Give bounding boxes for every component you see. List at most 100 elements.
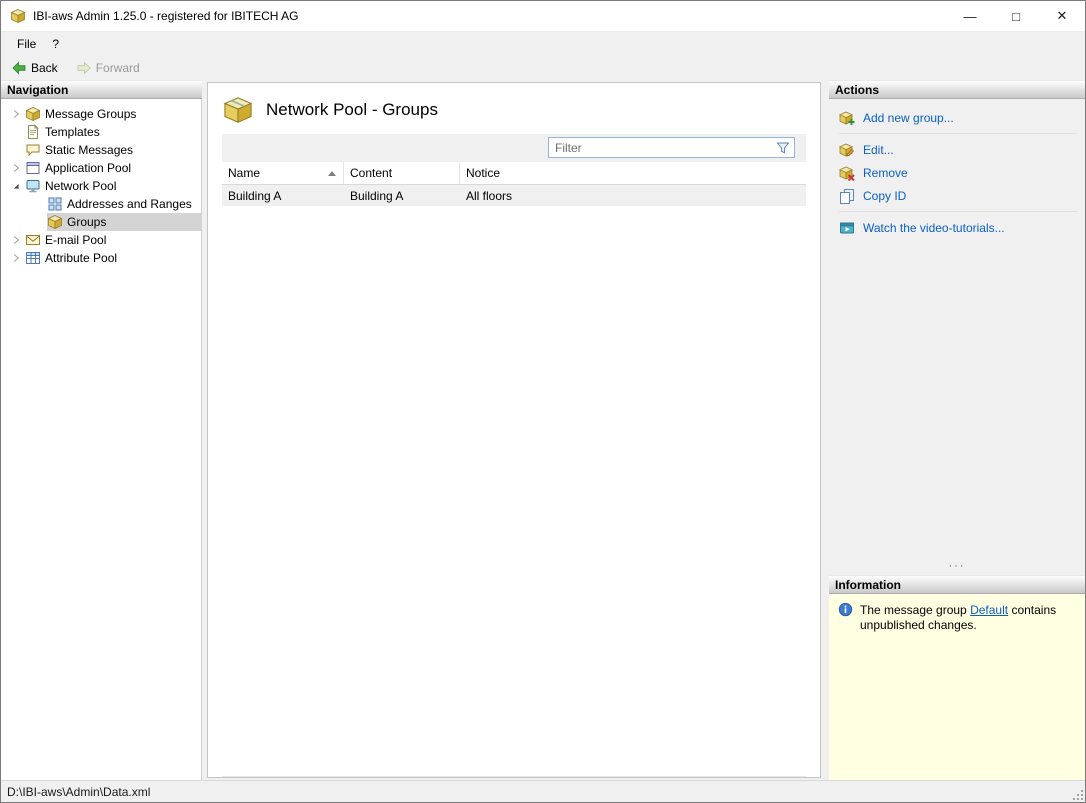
nav-item-addresses-and-ranges[interactable]: Addresses and Ranges (1, 195, 201, 213)
column-header-name[interactable]: Name (222, 162, 344, 184)
nav-item-message-groups[interactable]: Message Groups (1, 105, 201, 123)
app-window: IBI-aws Admin 1.25.0 - registered for IB… (0, 0, 1086, 803)
actions-list: Add new group... Edit... Remove Copy ID … (829, 99, 1085, 562)
close-button[interactable]: ✕ (1039, 1, 1085, 32)
page-title: Network Pool - Groups (266, 100, 438, 119)
cell-content: Building A (350, 188, 404, 203)
action-label: Edit... (863, 142, 894, 157)
column-label: Name (228, 166, 261, 180)
static-messages-icon (25, 142, 41, 158)
remove-action[interactable]: Remove (839, 161, 1077, 184)
right-panel: Actions Add new group... Edit... Remove … (829, 80, 1085, 780)
action-label: Copy ID (863, 188, 907, 203)
info-text-before: The message group (860, 603, 967, 617)
video-tutorials-icon (839, 220, 855, 236)
nav-item-groups[interactable]: Groups (1, 213, 201, 231)
nav-item-network-pool[interactable]: Network Pool (1, 177, 201, 195)
information-message: The message group Default contains unpub… (860, 603, 1065, 633)
main-area: Navigation Message Groups Templates Stat… (1, 80, 1085, 780)
resize-grip-icon[interactable] (1071, 788, 1084, 801)
nav-item-label: Templates (45, 125, 100, 139)
action-label: Add new group... (863, 110, 954, 125)
filter-funnel-icon[interactable] (775, 140, 791, 156)
menu-file[interactable]: File (9, 32, 44, 55)
column-label: Content (350, 166, 393, 180)
edit-action[interactable]: Edit... (839, 138, 1077, 161)
cell-notice: All floors (466, 188, 513, 203)
column-header-notice[interactable]: Notice (460, 162, 806, 184)
actions-separator (839, 133, 1077, 134)
forward-label: Forward (95, 60, 140, 75)
menu-bar: File ? (1, 32, 1085, 55)
maximize-button[interactable]: □ (993, 1, 1039, 32)
add-new-group-action[interactable]: Add new group... (839, 106, 1077, 129)
email-pool-icon (25, 232, 41, 248)
message-groups-icon (25, 106, 41, 122)
groups-icon (47, 214, 63, 230)
status-bar: D:\IBI-aws\Admin\Data.xml (1, 780, 1085, 802)
nav-item-label: Addresses and Ranges (67, 197, 192, 211)
content-header: Network Pool - Groups (208, 83, 820, 134)
column-label: Notice (466, 166, 501, 180)
menu-help[interactable]: ? (44, 32, 67, 55)
navigation-tree: Message Groups Templates Static Messages… (1, 99, 202, 780)
nav-item-label: E-mail Pool (45, 233, 107, 247)
chevron-right-icon[interactable] (7, 106, 25, 122)
toolbar: Back Forward (1, 55, 1085, 80)
nav-item-attribute-pool[interactable]: Attribute Pool (1, 249, 201, 267)
actions-header: Actions (829, 80, 1085, 99)
application-pool-icon (25, 160, 41, 176)
nav-item-label: Static Messages (45, 143, 134, 157)
nav-item-label: Attribute Pool (45, 251, 118, 265)
edit-group-icon (839, 142, 855, 158)
window-title: IBI-aws Admin 1.25.0 - registered for IB… (33, 9, 299, 23)
navigation-header: Navigation (1, 80, 202, 99)
addresses-and-ranges-icon (47, 196, 63, 212)
panel-splitter-handle[interactable]: ··· (829, 561, 1085, 575)
nav-item-static-messages[interactable]: Static Messages (1, 141, 201, 159)
app-icon (10, 8, 26, 24)
information-header: Information (829, 575, 1085, 594)
filter-input[interactable] (549, 140, 775, 155)
nav-item-application-pool[interactable]: Application Pool (1, 159, 201, 177)
navigation-panel: Navigation Message Groups Templates Stat… (1, 80, 202, 780)
column-header-content[interactable]: Content (344, 162, 460, 184)
chevron-right-icon[interactable] (7, 232, 25, 248)
forward-arrow-icon (76, 60, 92, 76)
cell-name: Building A (228, 188, 282, 203)
nav-item-email-pool[interactable]: E-mail Pool (1, 231, 201, 249)
back-button[interactable]: Back (8, 57, 61, 79)
back-label: Back (31, 60, 58, 75)
default-message-group-link[interactable]: Default (970, 603, 1008, 617)
templates-icon (25, 124, 41, 140)
info-icon (838, 602, 853, 617)
content-panel: Network Pool - Groups Name (207, 82, 821, 778)
actions-separator (839, 211, 1077, 212)
table-row[interactable]: Building A Building A All floors (222, 185, 806, 206)
back-arrow-icon (11, 60, 27, 76)
action-label: Remove (863, 165, 908, 180)
remove-group-icon (839, 165, 855, 181)
copy-id-action[interactable]: Copy ID (839, 184, 1077, 207)
nav-item-label: Application Pool (45, 161, 132, 175)
nav-item-templates[interactable]: Templates (1, 123, 201, 141)
nav-item-label: Message Groups (45, 107, 137, 121)
add-group-icon (839, 110, 855, 126)
forward-button[interactable]: Forward (73, 57, 143, 79)
chevron-right-icon[interactable] (7, 160, 25, 176)
chevron-right-icon[interactable] (7, 250, 25, 266)
network-pool-groups-icon (223, 96, 253, 124)
table-header-row: Name Content Notice (222, 162, 806, 185)
network-pool-icon (25, 178, 41, 194)
minimize-button[interactable]: — (947, 1, 993, 32)
groups-table: Name Content Notice Building A Building … (222, 162, 806, 777)
nav-item-label: Network Pool (45, 179, 117, 193)
watch-video-tutorials-action[interactable]: Watch the video-tutorials... (839, 216, 1077, 239)
data-file-path: D:\IBI-aws\Admin\Data.xml (7, 784, 151, 799)
chevron-down-icon[interactable] (7, 178, 25, 194)
attribute-pool-icon (25, 250, 41, 266)
filter-field (548, 137, 795, 158)
nav-item-label: Groups (67, 215, 107, 229)
filter-strip (222, 134, 806, 162)
sort-ascending-icon (328, 171, 336, 176)
